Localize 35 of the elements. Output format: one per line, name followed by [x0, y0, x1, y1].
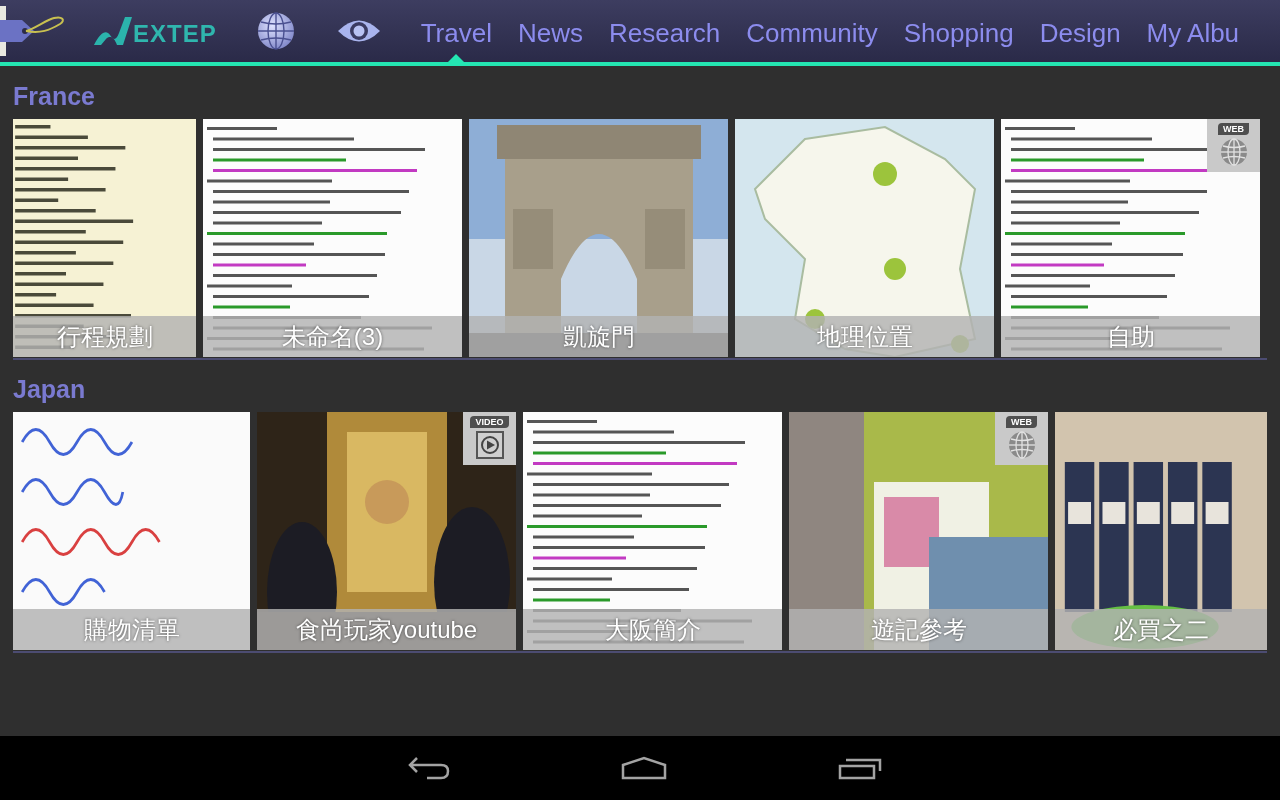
tab[interactable]: My Albu: [1146, 0, 1240, 62]
tile-caption: 自助: [1001, 316, 1260, 357]
section-title: Japan: [13, 375, 86, 403]
tab[interactable]: News: [518, 0, 583, 62]
tile-caption: 地理位置: [735, 316, 994, 357]
back-icon: [408, 756, 450, 780]
tile-caption: 凱旋門: [469, 316, 728, 357]
tab[interactable]: Community: [746, 0, 878, 62]
section-title: France: [13, 82, 95, 110]
globe-icon[interactable]: [256, 12, 295, 50]
home-button[interactable]: [621, 756, 667, 780]
tile-caption: 遊記參考: [789, 609, 1048, 650]
recent-apps-icon: [838, 756, 882, 780]
tag-icon[interactable]: [0, 6, 66, 56]
logo-text: EXTEP: [133, 21, 217, 47]
badge-label: WEB: [1006, 416, 1037, 428]
badge-label: VIDEO: [470, 416, 509, 428]
tile-caption: 未命名(3): [203, 316, 462, 357]
tile-caption: 行程規劃: [13, 316, 196, 357]
tile-caption: 必買之二: [1055, 609, 1267, 650]
play-icon: [475, 431, 504, 459]
tab[interactable]: Shopping: [903, 0, 1014, 62]
globe-icon: [1219, 138, 1248, 166]
back-button[interactable]: [408, 756, 450, 780]
tile-caption: 大阪簡介: [523, 609, 782, 650]
recent-apps-button[interactable]: [838, 756, 882, 780]
tab[interactable]: Design: [1039, 0, 1121, 62]
tile-caption: 食尚玩家youtube: [257, 609, 516, 650]
tab[interactable]: Travel: [420, 0, 492, 62]
tile-caption: 購物清單: [13, 609, 250, 650]
tab[interactable]: Research: [609, 0, 721, 62]
home-icon: [621, 756, 667, 780]
badge-label: WEB: [1218, 123, 1249, 135]
logo-mark-icon: [92, 15, 132, 47]
globe-icon: [1007, 431, 1036, 459]
